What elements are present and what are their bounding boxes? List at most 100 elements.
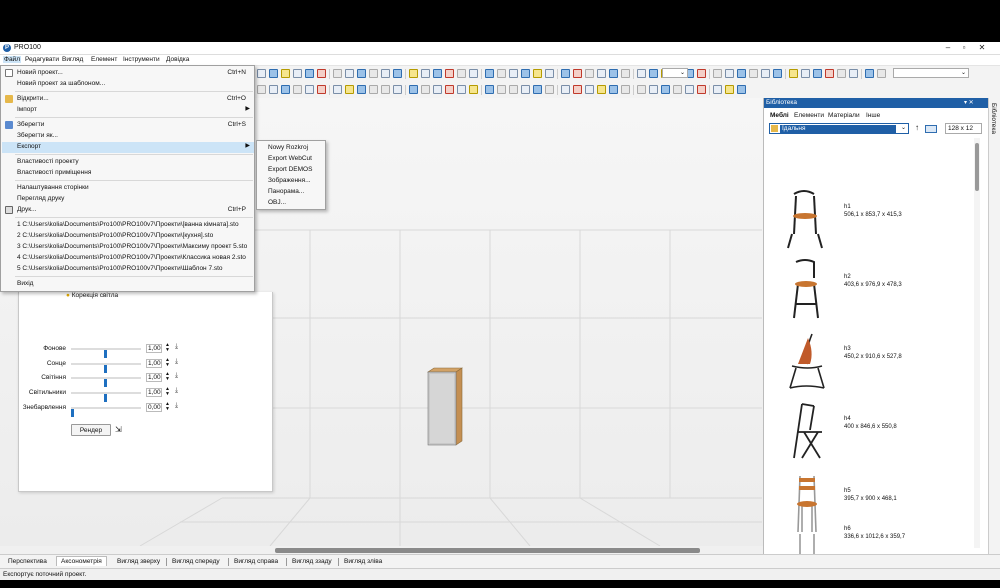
toolbar-tool-icon[interactable] bbox=[585, 69, 594, 78]
render-button[interactable]: Рендер bbox=[71, 424, 111, 436]
menu-item-save[interactable]: Зберегти Ctrl+S bbox=[2, 120, 254, 131]
toolbar-tool-icon[interactable] bbox=[585, 85, 594, 94]
recent-file-item[interactable]: 4 C:\Users\kolia\Documents\Pro100\PRO100… bbox=[2, 253, 254, 264]
light-value-input[interactable]: 1,00 bbox=[146, 388, 162, 397]
toolbar-tool-icon[interactable] bbox=[369, 85, 378, 94]
toolbar-tool-icon[interactable] bbox=[509, 69, 518, 78]
tab-back-view[interactable]: Вигляд ззаду bbox=[288, 557, 336, 566]
toolbar-tool-icon[interactable] bbox=[545, 85, 554, 94]
toolbar-tool-icon[interactable] bbox=[725, 69, 734, 78]
light-value-input[interactable]: 1,00 bbox=[146, 359, 162, 368]
toolbar-tool-icon[interactable] bbox=[649, 69, 658, 78]
light-slider[interactable] bbox=[71, 363, 141, 373]
toolbar-tool-icon[interactable] bbox=[573, 69, 582, 78]
toolbar-tool-icon[interactable] bbox=[345, 85, 354, 94]
toolbar-tool-icon[interactable] bbox=[789, 69, 798, 78]
spin-arrows-icon[interactable]: ▲ ▼ bbox=[165, 387, 170, 397]
toolbar-tool-icon[interactable] bbox=[865, 69, 874, 78]
tab-front-view[interactable]: Вигляд спереду bbox=[168, 557, 224, 566]
menu-item-room-properties[interactable]: Властивості приміщення bbox=[2, 168, 254, 179]
menu-item-exit[interactable]: Вихід bbox=[2, 279, 254, 290]
menu-item-open[interactable]: Відкрити... Ctrl+O bbox=[2, 94, 254, 105]
toolbar-tool-icon[interactable] bbox=[445, 69, 454, 78]
toolbar-tool-icon[interactable] bbox=[509, 85, 518, 94]
menu-help[interactable]: Довідка bbox=[165, 56, 190, 63]
view-mode-icon[interactable] bbox=[925, 125, 937, 133]
toolbar-tool-icon[interactable] bbox=[533, 69, 542, 78]
toolbar-tool-icon[interactable] bbox=[761, 69, 770, 78]
slider-thumb[interactable] bbox=[104, 350, 107, 358]
toolbar-tool-icon[interactable] bbox=[725, 85, 734, 94]
close-button[interactable]: ✕ bbox=[976, 43, 988, 53]
toolbar-tool-icon[interactable] bbox=[825, 69, 834, 78]
library-item[interactable]: h4 400 x 846,6 x 550,8 bbox=[764, 400, 969, 472]
toolbar-tool-icon[interactable] bbox=[421, 69, 430, 78]
export-demos[interactable]: Export DEMOS bbox=[268, 166, 312, 173]
scrollbar-thumb[interactable] bbox=[975, 143, 979, 191]
light-slider[interactable] bbox=[71, 392, 141, 402]
toolbar-tool-icon[interactable] bbox=[369, 69, 378, 78]
toolbar-tool-icon[interactable] bbox=[697, 69, 706, 78]
spin-arrows-icon[interactable]: ▲ ▼ bbox=[165, 402, 170, 412]
tab-axonometry[interactable]: Аксонометрія bbox=[56, 556, 107, 566]
export-image[interactable]: Зображення... bbox=[268, 177, 311, 184]
menu-item-new-from-template[interactable]: Новий проект за шаблоном... bbox=[2, 79, 254, 90]
toolbar-tool-icon[interactable] bbox=[345, 69, 354, 78]
toolbar-tool-icon[interactable] bbox=[713, 69, 722, 78]
toolbar-tool-icon[interactable] bbox=[497, 69, 506, 78]
toolbar-tool-icon[interactable] bbox=[685, 85, 694, 94]
toolbar-tool-icon[interactable] bbox=[545, 69, 554, 78]
toolbar-tool-icon[interactable] bbox=[713, 85, 722, 94]
toolbar-tool-icon[interactable] bbox=[317, 85, 326, 94]
library-item[interactable]: h2 403,6 x 976,9 x 478,3 bbox=[764, 258, 969, 330]
recent-file-item[interactable]: 3 C:\Users\kolia\Documents\Pro100\PRO100… bbox=[2, 242, 254, 253]
toolbar-tool-icon[interactable] bbox=[433, 69, 442, 78]
menu-edit[interactable]: Редагувати bbox=[24, 56, 60, 63]
slider-thumb[interactable] bbox=[104, 394, 107, 402]
menu-item-page-setup[interactable]: Налаштування сторінки bbox=[2, 183, 254, 194]
menu-element[interactable]: Елемент bbox=[90, 56, 118, 63]
toolbar-tool-icon[interactable] bbox=[597, 85, 606, 94]
toolbar-tool-icon[interactable] bbox=[421, 85, 430, 94]
download-icon[interactable]: ⤓ bbox=[175, 372, 178, 380]
tab-top-view[interactable]: Вигляд зверху bbox=[113, 557, 164, 566]
light-slider[interactable] bbox=[71, 348, 141, 358]
toolbar-tool-icon[interactable] bbox=[269, 85, 278, 94]
toolbar-tool-icon[interactable] bbox=[773, 69, 782, 78]
tab-other[interactable]: Інше bbox=[866, 112, 880, 119]
export-obj[interactable]: OBJ... bbox=[268, 199, 286, 206]
toolbar-tool-icon[interactable] bbox=[317, 69, 326, 78]
toolbar-tool-icon[interactable] bbox=[469, 85, 478, 94]
toolbar-tool-icon[interactable] bbox=[837, 69, 846, 78]
menu-view[interactable]: Вигляд bbox=[61, 56, 84, 63]
arrow-up-icon[interactable]: ↑ bbox=[915, 123, 919, 132]
thumb-size-select[interactable]: 128 x 12 bbox=[945, 123, 982, 134]
menu-item-import[interactable]: Імпорт ▶ bbox=[2, 105, 254, 116]
export-webcut[interactable]: Export WebCut bbox=[268, 155, 312, 162]
toolbar-tool-icon[interactable] bbox=[333, 69, 342, 78]
toolbar-tool-icon[interactable] bbox=[457, 85, 466, 94]
minimize-button[interactable]: – bbox=[942, 43, 954, 53]
toolbar-tool-icon[interactable] bbox=[673, 85, 682, 94]
tab-elements[interactable]: Елементи bbox=[794, 112, 824, 119]
recent-file-item[interactable]: 1 C:\Users\kolia\Documents\Pro100\PRO100… bbox=[2, 220, 254, 231]
menu-item-print[interactable]: Друк... Ctrl+P bbox=[2, 205, 254, 216]
scrollbar-thumb[interactable] bbox=[275, 548, 700, 553]
menu-item-print-preview[interactable]: Перегляд друку bbox=[2, 194, 254, 205]
toolbar-tool-icon[interactable] bbox=[637, 85, 646, 94]
toolbar-tool-icon[interactable] bbox=[357, 69, 366, 78]
export-nowy-rozkroj[interactable]: Nowy Rozkroj bbox=[268, 144, 308, 151]
toolbar-tool-icon[interactable] bbox=[269, 69, 278, 78]
tab-furniture[interactable]: Меблі bbox=[770, 112, 789, 119]
toolbar-tool-icon[interactable] bbox=[661, 85, 670, 94]
toolbar-tool-icon[interactable] bbox=[637, 69, 646, 78]
toolbar-tool-icon[interactable] bbox=[433, 85, 442, 94]
toolbar-tool-icon[interactable] bbox=[257, 85, 266, 94]
download-icon[interactable]: ⤓ bbox=[175, 358, 178, 366]
maximize-button[interactable]: ▫ bbox=[958, 43, 970, 53]
download-icon[interactable]: ⤓ bbox=[175, 402, 178, 410]
toolbar-tool-icon[interactable] bbox=[281, 85, 290, 94]
menu-tools[interactable]: Інструменти bbox=[122, 56, 161, 63]
toolbar-tool-icon[interactable] bbox=[813, 69, 822, 78]
tab-perspective[interactable]: Перспектива bbox=[4, 557, 51, 566]
